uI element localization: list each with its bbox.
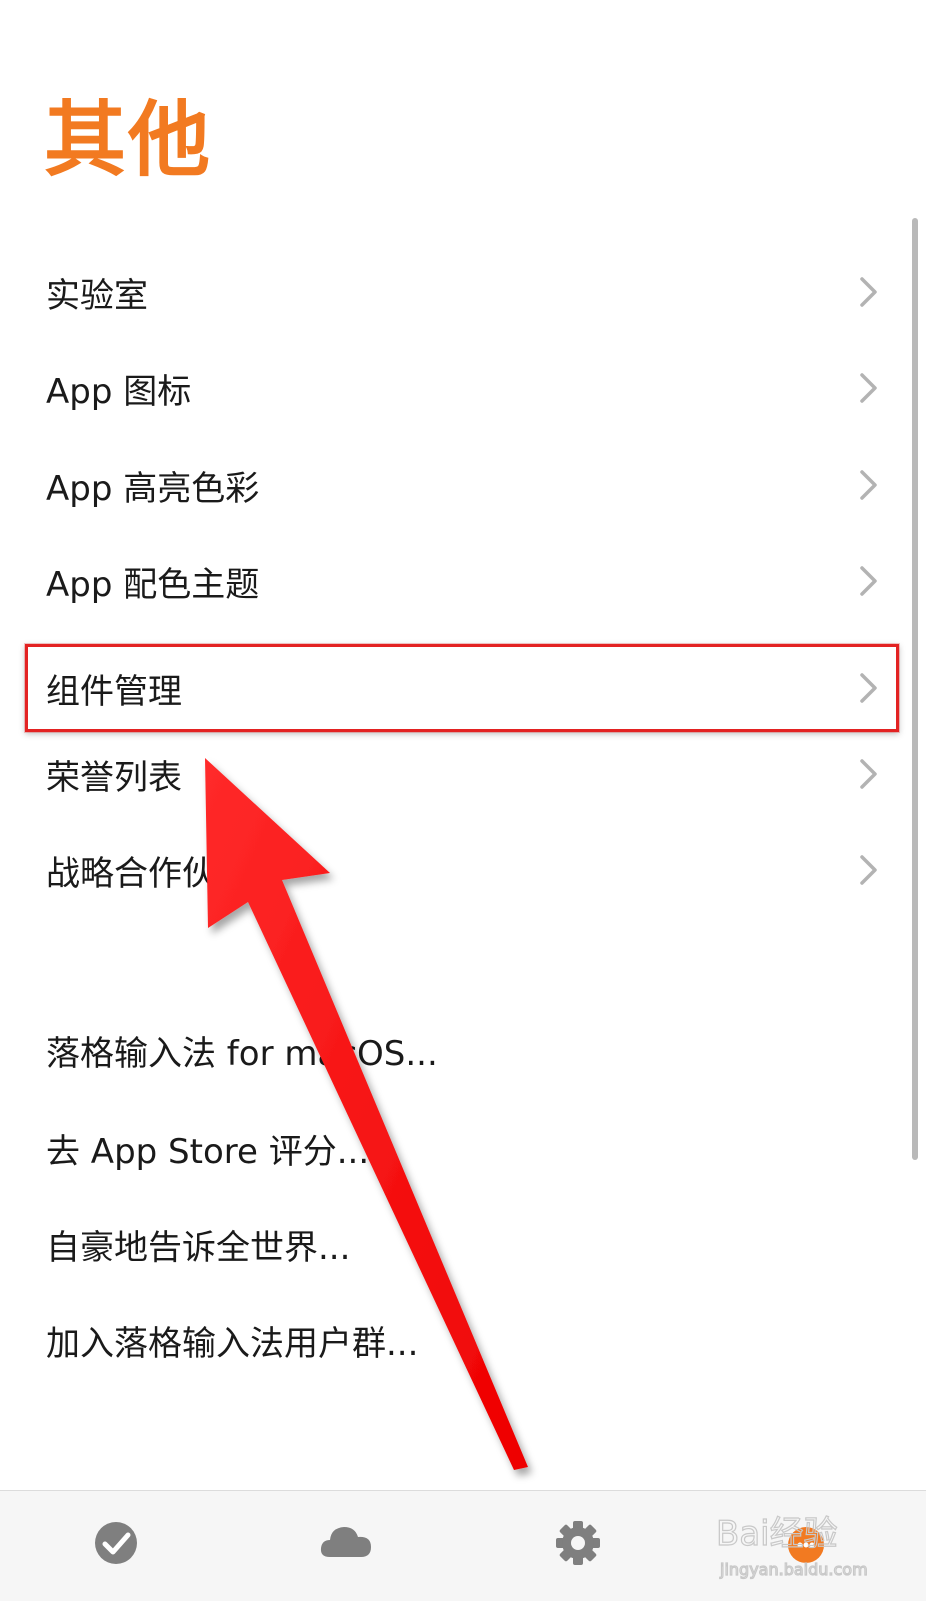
watermark-subtext: jingyan.baidu.com <box>719 1560 868 1579</box>
action-share[interactable]: 自豪地告诉全世界... <box>0 1196 908 1292</box>
gear-icon[interactable] <box>548 1513 608 1573</box>
list-item-label: 战略合作伙伴 <box>46 853 250 894</box>
checkmark-circle-icon[interactable] <box>86 1513 146 1573</box>
list-item-honor-list[interactable]: 荣誉列表 <box>0 726 908 822</box>
chevron-right-icon <box>860 673 877 703</box>
cloud-icon[interactable] <box>316 1513 376 1573</box>
chevron-right-icon <box>860 277 877 307</box>
action-join-group[interactable]: 加入落格输入法用户群... <box>0 1292 908 1388</box>
list-item-highlight-color[interactable]: App 高亮色彩 <box>0 437 908 533</box>
list-item-app-icon[interactable]: App 图标 <box>0 340 908 436</box>
list-item-widget-management[interactable]: 组件管理 <box>0 640 908 736</box>
chevron-right-icon <box>860 759 877 789</box>
action-label: 加入落格输入法用户群... <box>46 1323 419 1364</box>
list-item-label: App 配色主题 <box>46 564 260 605</box>
list-item-color-theme[interactable]: App 配色主题 <box>0 533 908 629</box>
action-label: 去 App Store 评分... <box>46 1131 370 1172</box>
action-macos[interactable]: 落格输入法 for macOS... <box>0 1002 908 1098</box>
action-label: 落格输入法 for macOS... <box>46 1033 438 1074</box>
watermark: Bai经验 jingyan.baidu.com <box>715 1513 868 1579</box>
action-label: 自豪地告诉全世界... <box>46 1227 351 1268</box>
chevron-right-icon <box>860 855 877 885</box>
list-item-label: 实验室 <box>46 275 148 316</box>
list-item-label: App 图标 <box>46 371 192 412</box>
list-item-partners[interactable]: 战略合作伙伴 <box>0 822 908 918</box>
chevron-right-icon <box>860 470 877 500</box>
scrollbar[interactable] <box>912 218 918 1160</box>
list-item-label: 荣誉列表 <box>46 757 182 798</box>
watermark-text: Bai经验 <box>716 1514 838 1554</box>
action-rate-app-store[interactable]: 去 App Store 评分... <box>0 1100 908 1196</box>
list-item-label: 组件管理 <box>46 671 182 712</box>
chevron-right-icon <box>860 566 877 596</box>
chevron-right-icon <box>860 373 877 403</box>
list-item-label: App 高亮色彩 <box>46 468 260 509</box>
page-title: 其他 <box>44 93 213 188</box>
list-item-lab[interactable]: 实验室 <box>0 244 908 340</box>
